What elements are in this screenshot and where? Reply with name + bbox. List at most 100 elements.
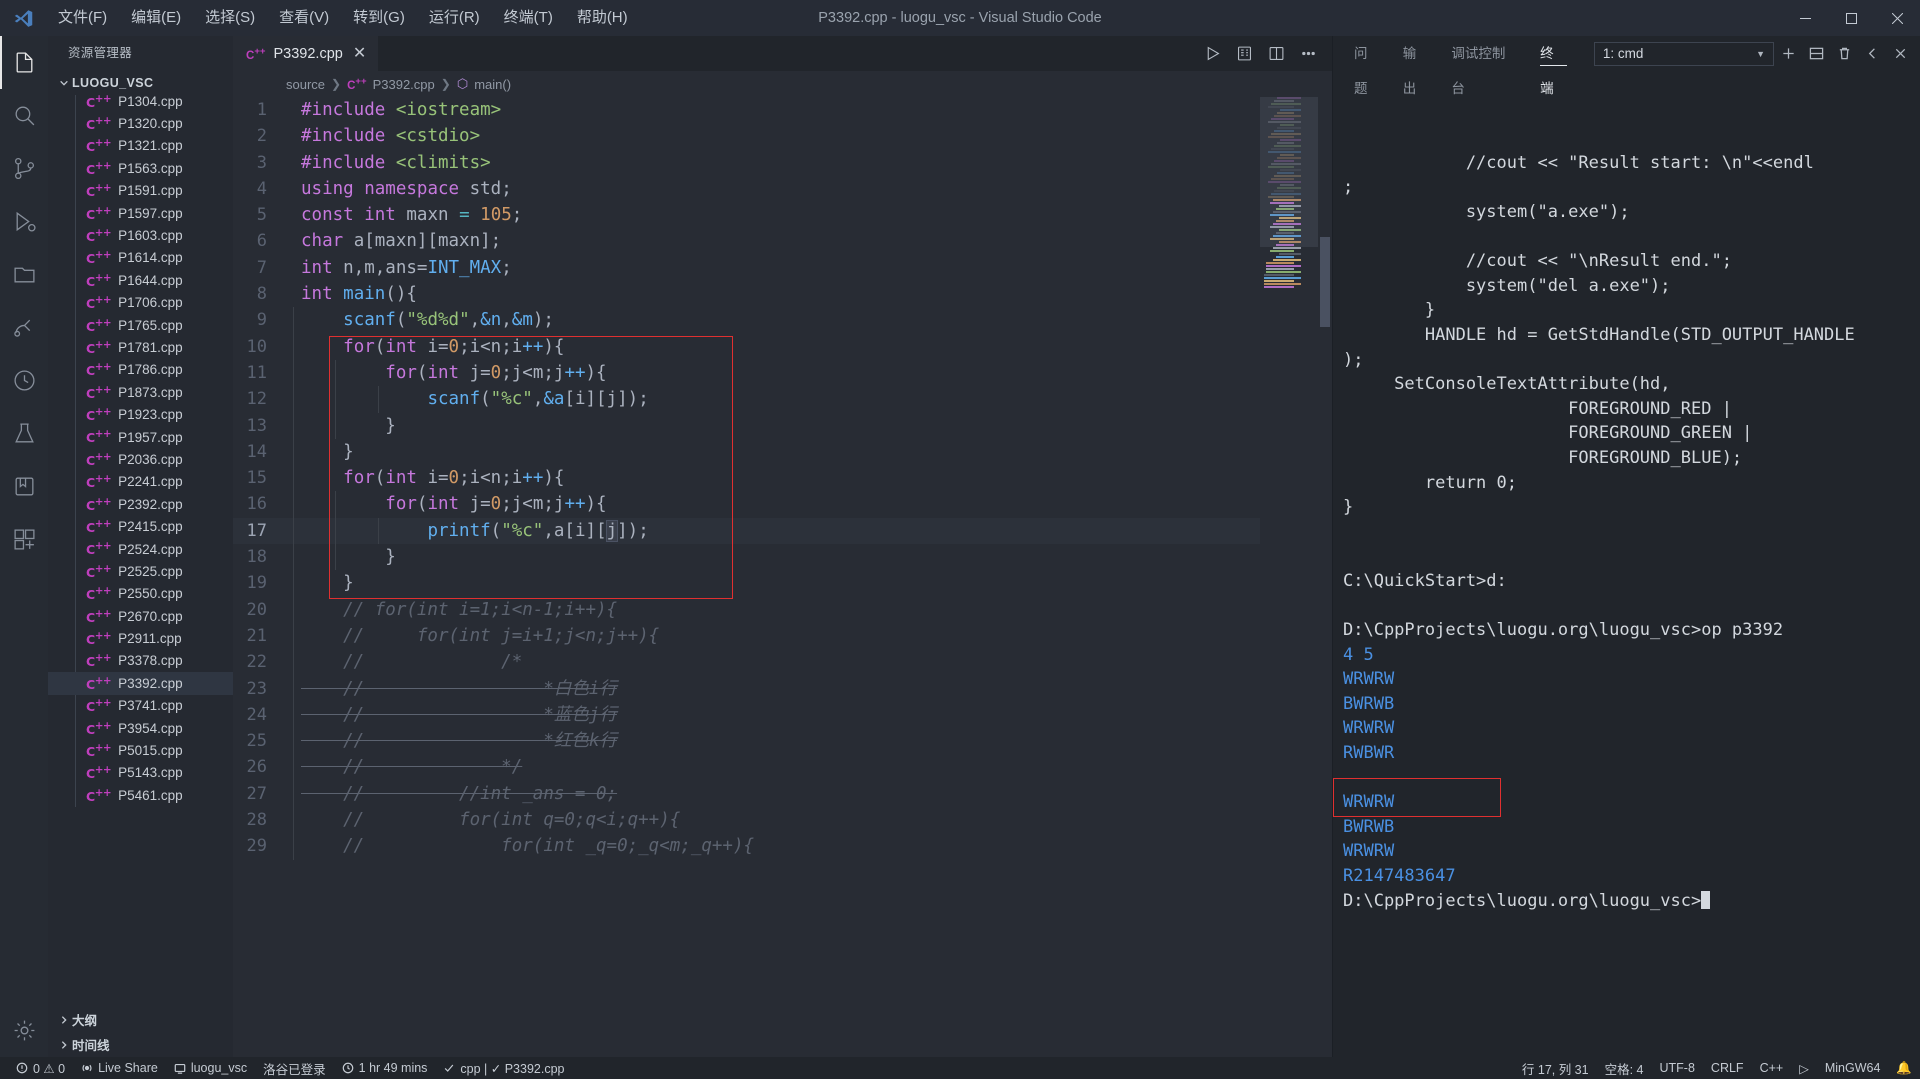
kill-terminal-button[interactable]: [1830, 40, 1858, 68]
minimize-icon[interactable]: [1782, 0, 1828, 36]
code-line[interactable]: 18 }: [233, 544, 1260, 571]
chevron-left-button[interactable]: [1858, 40, 1886, 68]
file-item-P1591-cpp[interactable]: C++ P1591.cpp: [48, 180, 233, 202]
status-remote[interactable]: luogu_vsc: [166, 1057, 255, 1079]
status-run-code-icon[interactable]: ▷: [1791, 1057, 1817, 1079]
menu-help[interactable]: 帮助(H): [565, 0, 640, 36]
tab-P3392-cpp[interactable]: C++ P3392.cpp ✕: [233, 36, 380, 71]
code-line[interactable]: 1 #include <iostream>: [233, 97, 1260, 123]
file-item-P2550-cpp[interactable]: C++ P2550.cpp: [48, 583, 233, 605]
close-icon[interactable]: [1874, 0, 1920, 36]
file-item-P3378-cpp[interactable]: C++ P3378.cpp: [48, 650, 233, 672]
clock-icon[interactable]: [0, 354, 48, 407]
menu-view[interactable]: 查看(V): [267, 0, 341, 36]
minimap[interactable]: [1260, 97, 1318, 1057]
code-line[interactable]: 5 const int maxn = 105;: [233, 202, 1260, 228]
breadcrumb-source[interactable]: source: [286, 77, 325, 92]
gear-icon[interactable]: [0, 1004, 48, 1057]
file-item-P2911-cpp[interactable]: C++ P2911.cpp: [48, 627, 233, 649]
file-item-P2525-cpp[interactable]: C++ P2525.cpp: [48, 560, 233, 582]
code-scroll[interactable]: 1 #include <iostream> 2 #include <cstdio> 3 #…: [233, 97, 1260, 1057]
code-line[interactable]: 13 }: [233, 412, 1260, 439]
code-line[interactable]: 3 #include <climits>: [233, 150, 1260, 176]
file-item-P1321-cpp[interactable]: C++ P1321.cpp: [48, 135, 233, 157]
split-preview-button[interactable]: [1230, 40, 1258, 68]
tab-terminal[interactable]: 终端: [1529, 36, 1578, 96]
maximize-icon[interactable]: [1828, 0, 1874, 36]
code-line[interactable]: 15 for(int i=0;i<n;i++){: [233, 465, 1260, 492]
code-line[interactable]: 12 scanf("%c",&a[i][j]);: [233, 386, 1260, 413]
file-item-P5015-cpp[interactable]: C++ P5015.cpp: [48, 739, 233, 761]
file-item-P1873-cpp[interactable]: C++ P1873.cpp: [48, 381, 233, 403]
menu-terminal[interactable]: 终端(T): [492, 0, 565, 36]
run-code-button[interactable]: [1198, 40, 1226, 68]
workspace-root[interactable]: LUOGU_VSC: [48, 71, 233, 95]
breadcrumb-symbol[interactable]: main(): [474, 77, 511, 92]
code-line[interactable]: 7 int n,m,ans=INT_MAX;: [233, 255, 1260, 281]
menu-edit[interactable]: 编辑(E): [119, 0, 193, 36]
code-line[interactable]: 14 }: [233, 438, 1260, 466]
code-line[interactable]: 20 // for(int i=1;i<n-1;i++){: [233, 596, 1260, 623]
code-line[interactable]: 2 #include <cstdio>: [233, 123, 1260, 149]
tab-debug-console[interactable]: 调试控制台: [1440, 36, 1529, 96]
file-item-P3741-cpp[interactable]: C++ P3741.cpp: [48, 695, 233, 717]
section-outline[interactable]: 大纲: [48, 1007, 233, 1032]
code-line[interactable]: 26 // */: [233, 754, 1260, 781]
code-line[interactable]: 16 for(int j=0;j<m;j++){: [233, 491, 1260, 518]
tab-problems[interactable]: 问题: [1343, 36, 1392, 96]
beaker-icon[interactable]: [0, 407, 48, 460]
status-encoding[interactable]: UTF-8: [1652, 1057, 1703, 1079]
source-control-icon[interactable]: [0, 142, 48, 195]
split-terminal-button[interactable]: [1802, 40, 1830, 68]
terminal-output[interactable]: //cout << "Result start: \n"<<endl; syst…: [1333, 71, 1920, 1057]
files-icon[interactable]: [0, 36, 48, 89]
search-icon[interactable]: [0, 89, 48, 142]
code-line[interactable]: 25 // *红色k行: [233, 728, 1260, 755]
code-line[interactable]: 23 // *白色i行: [233, 675, 1260, 702]
code-line[interactable]: 27 // //int _ans = 0;: [233, 780, 1260, 808]
code-line[interactable]: 17 printf("%c",a[i][j]);: [233, 517, 1260, 545]
section-timeline[interactable]: 时间线: [48, 1032, 233, 1057]
file-item-P2670-cpp[interactable]: C++ P2670.cpp: [48, 605, 233, 627]
menu-selection[interactable]: 选择(S): [193, 0, 267, 36]
code-line[interactable]: 28 // for(int q=0;q<i;q++){: [233, 807, 1260, 834]
minimap-slider[interactable]: [1260, 97, 1318, 247]
editor-vertical-scrollbar[interactable]: [1318, 97, 1332, 1057]
file-item-P1304-cpp[interactable]: C++ P1304.cpp: [48, 95, 233, 112]
file-item-P1614-cpp[interactable]: C++ P1614.cpp: [48, 247, 233, 269]
status-cpp-check[interactable]: cpp | ✓ P3392.cpp: [435, 1057, 572, 1079]
terminal-select[interactable]: 1: cmd ▼: [1593, 41, 1775, 66]
scrollbar-thumb[interactable]: [1320, 237, 1330, 327]
status-eol[interactable]: CRLF: [1703, 1057, 1752, 1079]
status-time-tracker[interactable]: 1 hr 49 mins: [334, 1057, 436, 1079]
code-line[interactable]: 10 for(int i=0;i<n;i++){: [233, 333, 1260, 360]
run-debug-icon[interactable]: [0, 195, 48, 248]
close-panel-button[interactable]: [1886, 40, 1914, 68]
status-notifications-icon[interactable]: 🔔: [1888, 1057, 1920, 1079]
folder-remote-icon[interactable]: [0, 248, 48, 301]
file-item-P2392-cpp[interactable]: C++ P2392.cpp: [48, 493, 233, 515]
file-item-P1597-cpp[interactable]: C++ P1597.cpp: [48, 202, 233, 224]
file-item-P1957-cpp[interactable]: C++ P1957.cpp: [48, 426, 233, 448]
code-line[interactable]: 24 // *蓝色j行: [233, 701, 1260, 729]
file-item-P5461-cpp[interactable]: C++ P5461.cpp: [48, 784, 233, 806]
menu-file[interactable]: 文件(F): [46, 0, 119, 36]
file-item-P2415-cpp[interactable]: C++ P2415.cpp: [48, 515, 233, 537]
file-item-P1644-cpp[interactable]: C++ P1644.cpp: [48, 269, 233, 291]
live-share-icon[interactable]: [0, 301, 48, 354]
status-live-share[interactable]: Live Share: [73, 1057, 166, 1079]
status-language-mode[interactable]: C++: [1752, 1057, 1792, 1079]
code-line[interactable]: 8 int main(){: [233, 281, 1260, 307]
file-item-P1603-cpp[interactable]: C++ P1603.cpp: [48, 224, 233, 246]
status-luogu-login[interactable]: 洛谷已登录: [255, 1057, 334, 1079]
code-line[interactable]: 29 // for(int _q=0;_q<m;_q++){: [233, 833, 1260, 860]
status-indentation[interactable]: 空格: 4: [1597, 1057, 1652, 1079]
code-line[interactable]: 6 char a[maxn][maxn];: [233, 228, 1260, 254]
code-line[interactable]: 4 using namespace std;: [233, 176, 1260, 202]
status-cursor-position[interactable]: 行 17, 列 31: [1514, 1057, 1597, 1079]
bookmark-icon[interactable]: [0, 460, 48, 513]
menu-run[interactable]: 运行(R): [417, 0, 492, 36]
file-item-P2036-cpp[interactable]: C++ P2036.cpp: [48, 448, 233, 470]
file-item-P1765-cpp[interactable]: C++ P1765.cpp: [48, 314, 233, 336]
file-item-P1923-cpp[interactable]: C++ P1923.cpp: [48, 403, 233, 425]
